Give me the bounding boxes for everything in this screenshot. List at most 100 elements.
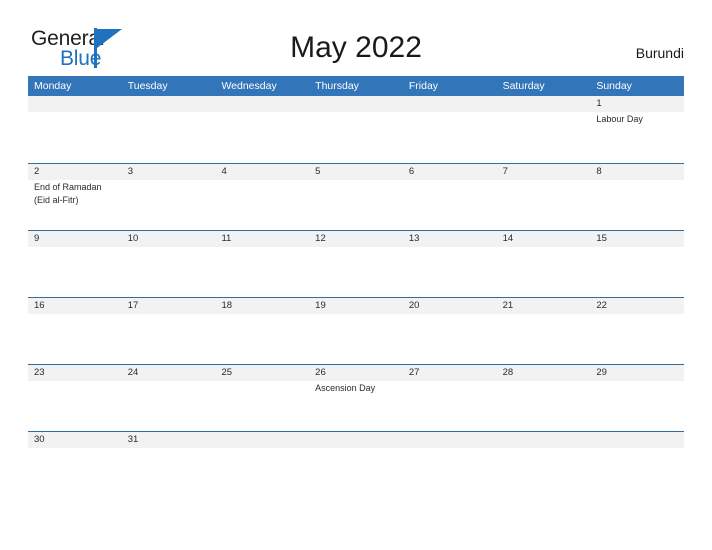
day-number-10[interactable]: 10 <box>122 231 216 247</box>
day-events-empty <box>122 247 216 296</box>
event-band: Ascension Day <box>28 381 684 430</box>
day-number-27[interactable]: 27 <box>403 365 497 381</box>
page-title: May 2022 <box>290 31 422 64</box>
day-number-1[interactable]: 1 <box>590 96 684 112</box>
day-number-5[interactable]: 5 <box>309 164 403 180</box>
day-events-empty <box>497 247 591 296</box>
date-number-band: 30 31 <box>28 432 684 448</box>
date-number-band: 2345678 <box>28 164 684 180</box>
day-number-8[interactable]: 8 <box>590 164 684 180</box>
day-number-26[interactable]: 26 <box>309 365 403 381</box>
day-events-empty <box>590 314 684 363</box>
day-events-empty <box>590 247 684 296</box>
day-number-22[interactable]: 22 <box>590 298 684 314</box>
day-events-empty <box>497 381 591 430</box>
event-text: Ascension Day <box>315 383 376 393</box>
day-number-6[interactable]: 6 <box>403 164 497 180</box>
day-number-empty <box>28 96 122 112</box>
weekday-header-wednesday: Wednesday <box>221 80 277 92</box>
day-number-empty <box>215 432 309 448</box>
day-events-empty <box>590 180 684 229</box>
day-number-2[interactable]: 2 <box>28 164 122 180</box>
date-number-band: 23 24 25 26 27 28 29 <box>28 365 684 381</box>
day-number-3[interactable]: 3 <box>122 164 216 180</box>
calendar-page: General Blue May 2022 Burundi Monday Tues… <box>0 0 712 550</box>
day-number-9[interactable]: 9 <box>28 231 122 247</box>
day-events-empty <box>122 314 216 363</box>
day-events-empty <box>403 381 497 430</box>
day-events-empty <box>403 112 497 161</box>
day-number-empty <box>497 432 591 448</box>
event-band: End of Ramadan (Eid al-Fitr) <box>28 180 684 229</box>
day-number-30[interactable]: 30 <box>28 432 122 448</box>
day-events-empty <box>403 180 497 229</box>
calendar-week-row: 2 3 4 5 6 7 8 End of Ramadan (Eid al-Fitr) <box>28 163 684 230</box>
day-number-7[interactable]: 7 <box>497 164 591 180</box>
day-events-empty <box>215 112 309 161</box>
day-number-24[interactable]: 24 <box>122 365 216 381</box>
event-text: (Eid al-Fitr) <box>34 194 79 205</box>
day-number-15[interactable]: 15 <box>590 231 684 247</box>
calendar-week-row: 9 10 11 12 13 14 15 <box>28 230 684 297</box>
day-number-28[interactable]: 28 <box>497 365 591 381</box>
day-events-empty <box>403 314 497 363</box>
day-number-11[interactable]: 11 <box>215 231 309 247</box>
calendar-week-row: 16 17 18 19 20 21 22 <box>28 297 684 364</box>
day-events-empty <box>403 448 497 497</box>
day-events-empty <box>215 381 309 430</box>
day-number-25[interactable]: 25 <box>215 365 309 381</box>
day-number-empty <box>403 432 497 448</box>
day-number-29[interactable]: 29 <box>590 365 684 381</box>
day-events-2[interactable]: End of Ramadan (Eid al-Fitr) <box>28 180 122 229</box>
day-number-14[interactable]: 14 <box>497 231 591 247</box>
day-number-21[interactable]: 21 <box>497 298 591 314</box>
day-number-16[interactable]: 16 <box>28 298 122 314</box>
day-events-26[interactable]: Ascension Day <box>309 381 403 430</box>
day-number-empty <box>309 96 403 112</box>
day-events-empty <box>309 180 403 229</box>
day-number-31[interactable]: 31 <box>122 432 216 448</box>
day-number-20[interactable]: 20 <box>403 298 497 314</box>
day-events-empty <box>497 180 591 229</box>
event-text: End of Ramadan <box>34 182 102 192</box>
day-events-empty <box>403 247 497 296</box>
day-number-empty <box>122 96 216 112</box>
day-number-12[interactable]: 12 <box>309 231 403 247</box>
day-number-23[interactable]: 23 <box>28 365 122 381</box>
day-events-empty <box>309 314 403 363</box>
day-number-empty <box>403 96 497 112</box>
event-text: Labour Day <box>596 114 643 124</box>
day-number-18[interactable]: 18 <box>215 298 309 314</box>
day-events-empty <box>28 112 122 161</box>
day-events-1[interactable]: Labour Day <box>590 112 684 161</box>
day-events-empty <box>215 314 309 363</box>
day-number-17[interactable]: 17 <box>122 298 216 314</box>
event-band <box>28 247 684 296</box>
date-number-band: 1 <box>28 96 684 112</box>
day-events-empty <box>122 381 216 430</box>
day-events-empty <box>122 448 216 497</box>
day-events-empty <box>215 247 309 296</box>
day-events-empty <box>28 247 122 296</box>
weekday-header-sunday: Sunday <box>596 80 632 92</box>
event-band: Labour Day <box>28 112 684 161</box>
day-events-empty <box>28 314 122 363</box>
day-number-empty <box>215 96 309 112</box>
day-number-empty <box>590 432 684 448</box>
country-label: Burundi <box>635 45 684 61</box>
day-events-empty <box>309 112 403 161</box>
day-number-19[interactable]: 19 <box>309 298 403 314</box>
date-number-band: 9 10 11 12 13 14 15 <box>28 231 684 247</box>
day-events-empty <box>309 448 403 497</box>
weekday-header-thursday: Thursday <box>315 80 359 92</box>
event-band <box>28 314 684 363</box>
day-events-empty <box>309 247 403 296</box>
weekday-header-tuesday: Tuesday <box>127 80 168 92</box>
calendar-weeks: 1 Labour Day 2 3 4 5 6 7 8 End of Ramadan (Eid al-… <box>28 96 684 498</box>
day-events-empty <box>497 314 591 363</box>
day-events-empty <box>497 448 591 497</box>
calendar-grid: Monday Tuesday Wednesday Thursday Friday Satu… <box>28 76 684 498</box>
day-number-13[interactable]: 13 <box>403 231 497 247</box>
calendar-week-row: 23 24 25 26 27 28 29 Ascension Day <box>28 364 684 431</box>
day-number-4[interactable]: 4 <box>215 164 309 180</box>
